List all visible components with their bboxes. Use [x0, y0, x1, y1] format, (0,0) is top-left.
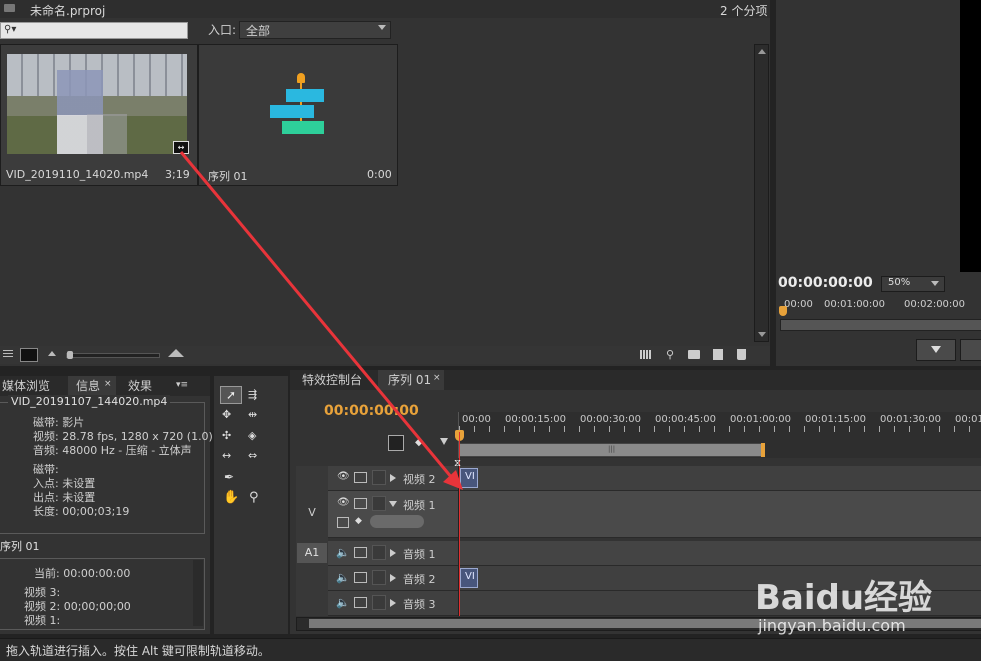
baidu-watermark: Baidu经验 jingyan.baidu.com [755, 570, 975, 642]
watermark-brand: Baidu经验 [755, 578, 933, 618]
watermark-url: jingyan.baidu.com [758, 616, 906, 635]
drag-arrow-line [179, 151, 454, 479]
drag-arrow [179, 151, 463, 490]
